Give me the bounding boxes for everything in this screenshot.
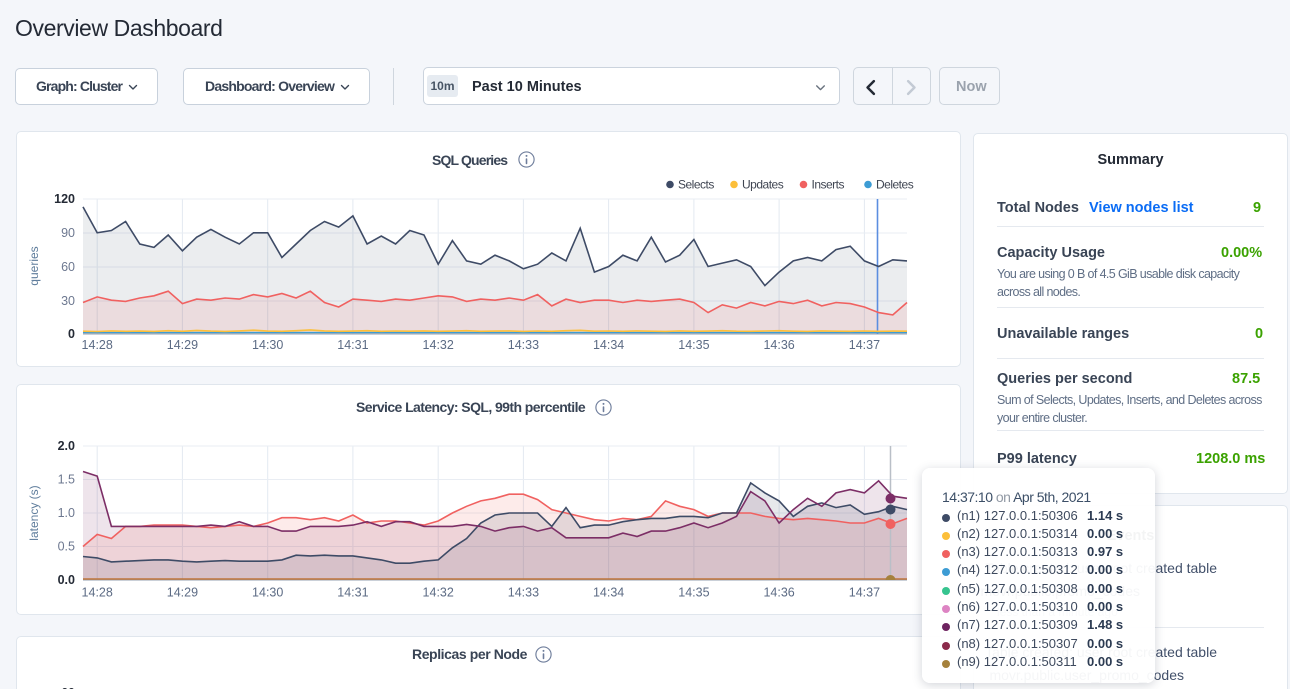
svg-text:14:36: 14:36 xyxy=(763,586,794,600)
svg-text:60: 60 xyxy=(61,260,75,274)
svg-text:14:31: 14:31 xyxy=(337,586,368,600)
svg-text:30: 30 xyxy=(61,294,75,308)
svg-text:0.5: 0.5 xyxy=(58,540,75,554)
svg-text:14:30: 14:30 xyxy=(252,586,283,600)
svg-text:90: 90 xyxy=(61,226,75,240)
svg-text:14:35: 14:35 xyxy=(678,586,709,600)
svg-text:0: 0 xyxy=(68,327,75,341)
svg-text:14:32: 14:32 xyxy=(423,586,454,600)
svg-text:Selects: Selects xyxy=(678,178,714,192)
svg-text:14:29: 14:29 xyxy=(167,586,198,600)
svg-text:14:35: 14:35 xyxy=(678,338,709,352)
svg-text:2.0: 2.0 xyxy=(58,439,75,453)
svg-text:14:33: 14:33 xyxy=(508,338,539,352)
svg-text:14:34: 14:34 xyxy=(593,586,624,600)
svg-text:Inserts: Inserts xyxy=(812,178,845,192)
svg-text:14:36: 14:36 xyxy=(763,338,794,352)
svg-text:14:37: 14:37 xyxy=(849,338,880,352)
svg-text:1.0: 1.0 xyxy=(58,506,75,520)
svg-text:14:28: 14:28 xyxy=(82,338,113,352)
svg-text:14:28: 14:28 xyxy=(82,586,113,600)
svg-text:0.0: 0.0 xyxy=(58,573,75,587)
svg-text:latency (s): latency (s) xyxy=(27,485,41,540)
svg-text:Deletes: Deletes xyxy=(876,178,914,192)
svg-text:1.5: 1.5 xyxy=(58,473,75,487)
svg-text:14:34: 14:34 xyxy=(593,338,624,352)
svg-text:120: 120 xyxy=(54,192,75,206)
svg-text:14:33: 14:33 xyxy=(508,586,539,600)
svg-text:14:30: 14:30 xyxy=(252,338,283,352)
svg-text:queries: queries xyxy=(27,246,41,285)
svg-text:14:29: 14:29 xyxy=(167,338,198,352)
svg-text:14:31: 14:31 xyxy=(337,338,368,352)
svg-text:Updates: Updates xyxy=(742,178,784,192)
svg-text:14:32: 14:32 xyxy=(423,338,454,352)
svg-text:14:37: 14:37 xyxy=(849,586,880,600)
